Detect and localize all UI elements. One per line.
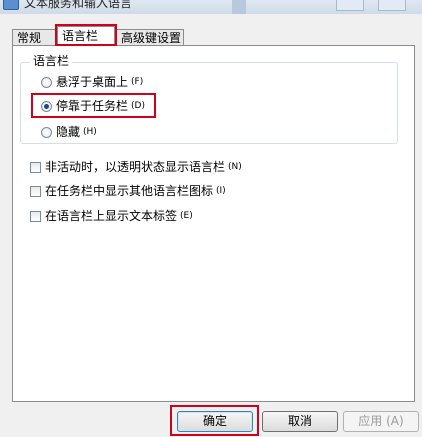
close-button[interactable] bbox=[378, 0, 406, 11]
checkbox-label: 在任务栏中显示其他语言栏图标 bbox=[45, 184, 214, 198]
checkbox[interactable] bbox=[30, 161, 41, 173]
checkbox-label: 非活动时，以透明状态显示语言栏 bbox=[45, 160, 226, 174]
radio-button[interactable] bbox=[41, 126, 52, 138]
shortcut-label: (E) bbox=[180, 211, 193, 221]
tab-advanced-key-settings[interactable]: 高级键设置 bbox=[116, 29, 184, 45]
shortcut-label: (F) bbox=[131, 77, 144, 87]
checkbox[interactable] bbox=[30, 210, 41, 222]
shortcut-label: (I) bbox=[216, 186, 226, 196]
checkbox[interactable] bbox=[30, 185, 41, 197]
keyboard-icon bbox=[3, 0, 19, 10]
checkbox-show-extra-icons[interactable]: 在任务栏中显示其他语言栏图标 (I) bbox=[30, 184, 226, 198]
radio-label: 隐藏 bbox=[56, 125, 81, 139]
radio-button[interactable] bbox=[41, 76, 52, 88]
shortcut-label: (N) bbox=[228, 162, 242, 172]
window-title-bar[interactable]: 文本服务和输入语言 bbox=[0, 0, 422, 14]
shortcut-label: (H) bbox=[83, 127, 97, 137]
radio-label: 悬浮于桌面上 bbox=[56, 75, 129, 89]
option-highlight-box bbox=[31, 93, 156, 118]
tab-highlight-box bbox=[55, 24, 117, 46]
window-title: 文本服务和输入语言 bbox=[24, 0, 133, 10]
help-button[interactable] bbox=[336, 0, 364, 11]
checkbox-label: 在语言栏上显示文本标签 bbox=[45, 209, 178, 223]
checkbox-transparent-when-inactive[interactable]: 非活动时，以透明状态显示语言栏 (N) bbox=[30, 160, 242, 174]
tab-general[interactable]: 常规 bbox=[12, 29, 56, 45]
cancel-button[interactable]: 取消 bbox=[262, 411, 338, 432]
radio-float-on-desktop[interactable]: 悬浮于桌面上 (F) bbox=[41, 75, 143, 89]
apply-button[interactable]: 应用 (A) bbox=[343, 411, 419, 432]
title-bar-decoration bbox=[232, 0, 246, 14]
radio-hidden[interactable]: 隐藏 (H) bbox=[41, 125, 97, 139]
ok-highlight-box bbox=[170, 405, 259, 436]
group-caption: 语言栏 bbox=[30, 54, 73, 68]
checkbox-show-text-labels[interactable]: 在语言栏上显示文本标签 (E) bbox=[30, 209, 193, 223]
